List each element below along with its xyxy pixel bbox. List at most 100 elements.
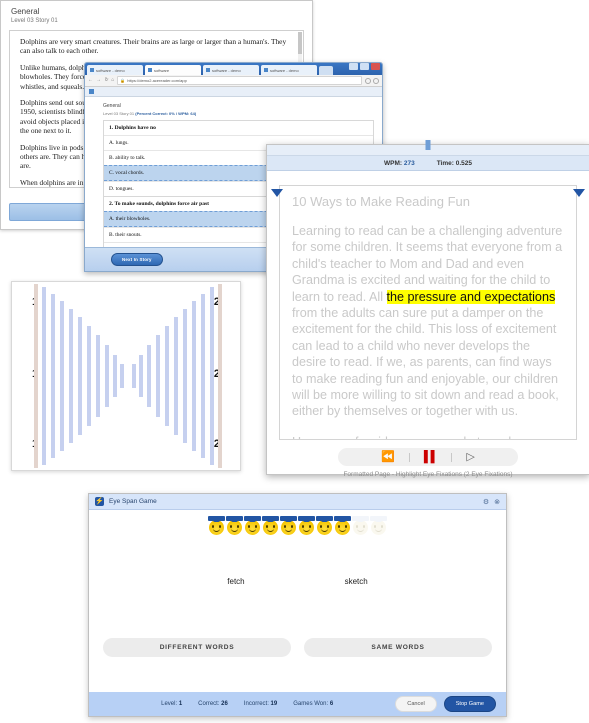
control-divider	[451, 452, 453, 462]
games-won-stat: Games Won: 6	[293, 701, 333, 707]
time-label: Time:	[436, 159, 454, 167]
quiz-subtitle: Level 03 Story 01 (Percent Correct: 0% /…	[103, 111, 374, 116]
eye-span-game-window: ⚡ Eye Span Game ⚙ ⊗ fetch sketch DIFFERE…	[88, 493, 507, 717]
span-tick-bar	[69, 309, 73, 443]
eye-fixation-reader-window: WPM: 273 Time: 0.525 10 Ways to Make Rea…	[266, 140, 589, 478]
minimize-icon[interactable]	[349, 63, 358, 70]
game-word-left: fetch	[227, 577, 245, 586]
games-won-label: Games Won:	[293, 701, 329, 707]
pause-icon[interactable]: ▌▌	[424, 451, 439, 463]
cancel-button[interactable]: Cancel	[395, 696, 437, 712]
incorrect-label: Incorrect:	[243, 701, 269, 707]
stop-game-button[interactable]: Stop Game	[443, 696, 496, 712]
browser-tab-strip: software - demo software software - demo…	[85, 63, 382, 75]
browser-tab[interactable]: software - demo	[87, 65, 143, 75]
browser-omnibar: ← → ↻ ⌂ 🔒 https://demo2.acereader.com/ap…	[85, 75, 382, 87]
browser-nav-buttons: ← → ↻ ⌂	[88, 78, 114, 83]
face-mouth	[357, 528, 364, 532]
game-title: Eye Span Game	[109, 498, 157, 505]
game-word-pair: fetch sketch	[89, 577, 506, 586]
graduation-cap-icon	[316, 516, 333, 522]
correct-value: 26	[221, 701, 228, 707]
address-bar[interactable]: 🔒 https://demo2.acereader.com/app	[117, 76, 362, 85]
progress-face-icon	[244, 516, 261, 535]
same-words-button[interactable]: SAME WORDS	[304, 638, 492, 657]
right-fixation-marker-icon	[573, 189, 585, 197]
reader-mode-caption: Formatted Page - Highlight Eye Fixations…	[343, 471, 513, 478]
face-mouth	[303, 528, 310, 532]
quiz-subtitle-label: Level 03 Story 01	[103, 111, 135, 116]
time-stat: Time: 0.525	[437, 160, 472, 167]
gear-icon[interactable]: ⚙	[483, 498, 489, 506]
correct-label: Correct:	[198, 701, 220, 707]
reader-drag-handle[interactable]	[425, 140, 431, 150]
forward-arrow-icon[interactable]: →	[96, 78, 101, 83]
play-icon[interactable]: ▷	[466, 451, 474, 463]
progress-face-icon	[298, 516, 315, 535]
reader-page: 10 Ways to Make Reading Fun Learning to …	[267, 185, 589, 478]
level-stat: Level: 1	[161, 701, 182, 707]
maximize-icon[interactable]	[360, 63, 369, 70]
new-tab-button[interactable]	[319, 66, 333, 75]
eye-span-diagram-panel: 1 1 1 2 2 2	[11, 281, 241, 471]
rewind-icon[interactable]: ⏪	[381, 451, 395, 463]
span-tick-bar	[156, 335, 160, 417]
span-tick-bar	[105, 345, 109, 407]
game-answer-buttons: DIFFERENT WORDS SAME WORDS	[89, 638, 506, 657]
browser-tab-label: software - demo	[270, 67, 299, 73]
browser-tab-label: software - demo	[96, 67, 125, 73]
progress-face-icon-dim	[370, 516, 387, 535]
favicon-icon	[148, 68, 152, 72]
reader-paragraph-2: Here are a few ideas you can do to make …	[292, 434, 564, 439]
progress-face-icon	[208, 516, 225, 535]
wpm-stat: WPM: 273	[384, 160, 415, 167]
face-mouth	[339, 528, 346, 532]
graduation-cap-icon	[208, 516, 225, 522]
bookmarks-bar[interactable]	[85, 87, 382, 97]
browser-tab-active[interactable]: software	[145, 65, 201, 75]
face-mouth	[285, 528, 292, 532]
window-controls	[349, 63, 380, 70]
progress-face-icon	[334, 516, 351, 535]
span-tick-bar	[147, 345, 151, 407]
app-logo-icon: ⚡	[95, 497, 104, 506]
graduation-cap-icon	[244, 516, 261, 522]
span-tick-bar	[60, 301, 64, 451]
back-arrow-icon[interactable]: ←	[88, 78, 93, 83]
graduation-cap-icon	[280, 516, 297, 522]
face-mouth	[231, 528, 238, 532]
quiz-subtitle-stats: (Percent Correct: 0% / WPM: 64)	[135, 111, 197, 116]
home-icon[interactable]: ⌂	[111, 78, 114, 83]
bookmark-icon[interactable]	[89, 89, 94, 94]
face-mouth	[267, 528, 274, 532]
progress-face-icon	[280, 516, 297, 535]
browser-tab[interactable]: software - demo	[203, 65, 259, 75]
close-icon[interactable]	[371, 63, 380, 70]
address-bar-value: https://demo2.acereader.com/app	[127, 78, 187, 83]
eye-span-diagram: 1 1 1 2 2 2	[12, 282, 240, 470]
span-tick-bar	[201, 294, 205, 458]
reader-text-area[interactable]: 10 Ways to Make Reading Fun Learning to …	[279, 185, 577, 440]
reader-stats-bar: WPM: 273 Time: 0.525	[267, 156, 589, 171]
graduation-cap-icon	[334, 516, 351, 522]
omnibar-right-icons	[365, 77, 379, 84]
span-tick-bar	[192, 301, 196, 451]
graduation-cap-icon	[262, 516, 279, 522]
span-tick-bar	[132, 364, 136, 388]
games-won-value: 6	[329, 701, 334, 707]
control-divider	[408, 452, 410, 462]
next-in-story-button[interactable]: Next In Story	[111, 253, 163, 266]
browser-tab[interactable]: software - demo	[261, 65, 317, 75]
face-mouth	[375, 528, 382, 532]
menu-icon[interactable]	[373, 77, 379, 84]
reader-playback-controls: ⏪ ▌▌ ▷	[338, 448, 518, 466]
graduation-cap-icon	[352, 516, 369, 522]
game-word-right: sketch	[344, 577, 368, 586]
graduation-cap-icon	[298, 516, 315, 522]
level-label: Level:	[161, 701, 178, 707]
different-words-button[interactable]: DIFFERENT WORDS	[103, 638, 291, 657]
close-icon[interactable]: ⊗	[494, 498, 500, 506]
star-icon[interactable]	[365, 77, 371, 84]
time-value: 0.525	[455, 159, 473, 167]
reload-icon[interactable]: ↻	[104, 78, 108, 83]
